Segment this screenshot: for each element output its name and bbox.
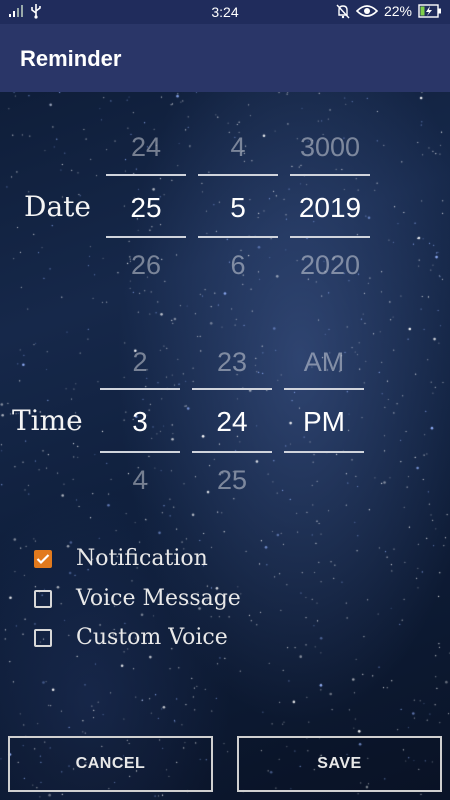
minute-picker[interactable]: 23 24 25 [192,345,272,495]
option-label: Custom Voice [76,625,228,650]
minute-divider-bottom [192,451,272,453]
time-label: Time [12,404,83,437]
checkmark-icon [36,553,50,564]
minute-prev[interactable]: 23 [192,347,272,378]
minute-selected[interactable]: 24 [192,406,272,438]
ampm-selected[interactable]: PM [284,406,364,438]
app-bar: Reminder [0,24,450,92]
ampm-divider-top [284,388,364,390]
eye-icon [355,5,378,17]
minute-next[interactable]: 25 [192,465,272,496]
cancel-button[interactable]: CANCEL [8,736,213,792]
battery-charging-icon [418,4,441,18]
option-label: Voice Message [76,586,241,611]
ampm-prev[interactable]: AM [284,347,364,378]
battery-percent: 22% [383,3,412,19]
hour-next[interactable]: 4 [100,465,180,496]
day-divider-top [106,174,186,176]
hour-divider-top [100,388,180,390]
year-next[interactable]: 2020 [290,250,370,281]
day-divider-bottom [106,236,186,238]
hour-divider-bottom [100,451,180,453]
day-next[interactable]: 26 [106,250,186,281]
save-button[interactable]: SAVE [237,736,442,792]
date-label: Date [24,190,91,223]
month-picker[interactable]: 4 5 6 [198,130,278,280]
status-right: 22% [336,3,442,19]
option-voice-message[interactable]: Voice Message [34,586,241,611]
day-picker[interactable]: 24 25 26 [106,130,186,280]
year-selected[interactable]: 2019 [290,192,370,224]
option-notification[interactable]: Notification [34,546,208,571]
bell-off-icon [336,4,350,18]
checkbox-custom-voice[interactable] [34,628,52,647]
status-bar: 3:24 22% [0,0,450,24]
hour-selected[interactable]: 3 [100,406,180,438]
option-label: Notification [76,546,208,571]
minute-divider-top [192,388,272,390]
page-title: Reminder [20,46,122,71]
option-custom-voice[interactable]: Custom Voice [34,625,228,650]
ampm-divider-bottom [284,451,364,453]
day-selected[interactable]: 25 [106,192,186,224]
year-prev[interactable]: 3000 [290,132,370,163]
year-picker[interactable]: 3000 2019 2020 [290,130,370,280]
year-divider-top [290,174,370,176]
month-prev[interactable]: 4 [198,132,278,163]
hour-picker[interactable]: 2 3 4 [100,345,180,495]
month-next[interactable]: 6 [198,250,278,281]
year-divider-bottom [290,236,370,238]
month-divider-top [198,174,278,176]
checkbox-voice-message[interactable] [34,589,52,608]
checkbox-notification[interactable] [34,549,52,568]
month-selected[interactable]: 5 [198,192,278,224]
month-divider-bottom [198,236,278,238]
hour-prev[interactable]: 2 [100,347,180,378]
ampm-picker[interactable]: AM PM [284,345,364,495]
day-prev[interactable]: 24 [106,132,186,163]
